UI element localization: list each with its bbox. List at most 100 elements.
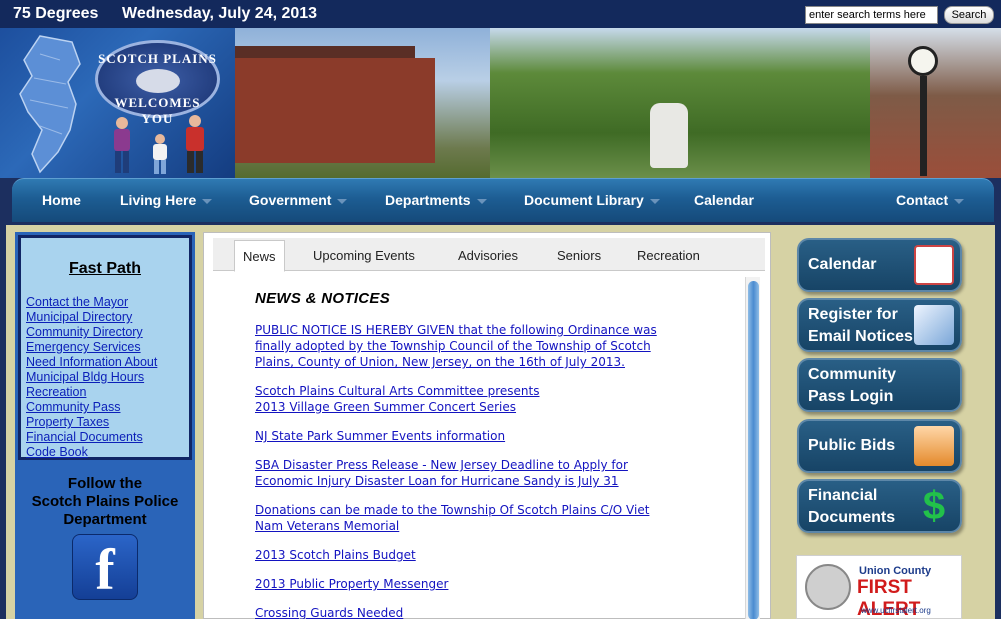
hall-building: [235, 58, 435, 163]
news-heading: NEWS & NOTICES: [255, 290, 391, 307]
calendar-button-label: Calendar: [808, 256, 877, 273]
list-item: Property Taxes: [26, 415, 157, 430]
tab-upcoming-events[interactable]: Upcoming Events: [313, 248, 415, 263]
news-line: Economic Injury Disaster Loan for Hurric…: [255, 474, 619, 488]
follow-police-text: Follow the Scotch Plains Police Departme…: [15, 475, 195, 529]
scrollbar-thumb[interactable]: [748, 281, 759, 619]
news-line: Scotch Plains Cultural Arts Committee pr…: [255, 384, 540, 398]
union-county-seal-icon: [805, 564, 851, 610]
list-item: PUBLIC NOTICE IS HEREBY GIVEN that the f…: [255, 322, 725, 370]
village-green-photo: [490, 28, 870, 178]
news-tabs: News Upcoming Events Advisories Seniors …: [213, 238, 765, 272]
news-link-concert-series[interactable]: Scotch Plains Cultural Arts Committee pr…: [255, 384, 539, 414]
nav-government[interactable]: Government: [249, 192, 348, 208]
main-nav: Home Living Here Government Departments …: [12, 178, 994, 222]
news-link-crossing-guards[interactable]: Crossing Guards Needed: [255, 606, 403, 619]
list-item: Contact the Mayor: [26, 295, 157, 310]
fast-path-link-recreation[interactable]: Recreation: [26, 385, 86, 399]
list-item: Donations can be made to the Township Of…: [255, 502, 725, 534]
fast-path-link-code-book[interactable]: Code Book: [26, 445, 88, 459]
chevron-down-icon: [476, 198, 487, 204]
fast-path-link-community-directory[interactable]: Community Directory: [26, 325, 143, 339]
nav-calendar-label: Calendar: [694, 192, 754, 208]
tab-news[interactable]: News: [234, 240, 285, 272]
nav-home[interactable]: Home: [42, 192, 81, 208]
current-date: Wednesday, July 24, 2013: [122, 5, 318, 22]
nav-living-here[interactable]: Living Here: [120, 192, 213, 208]
nav-contact-label: Contact: [896, 192, 949, 208]
list-item: NJ State Park Summer Events information: [255, 428, 725, 444]
news-line: Nam Veterans Memorial: [255, 519, 400, 533]
tab-recreation[interactable]: Recreation: [637, 248, 700, 263]
calendar-button[interactable]: Calendar: [797, 238, 962, 292]
township-seal: SCOTCH PLAINS WELCOMES YOU: [95, 40, 220, 126]
nav-calendar[interactable]: Calendar: [694, 192, 754, 208]
search-input[interactable]: [805, 6, 938, 24]
list-item: Scotch Plains Cultural Arts Committee pr…: [255, 383, 725, 415]
financial-documents-label-2: Documents: [808, 509, 896, 526]
nav-departments[interactable]: Departments: [385, 192, 487, 208]
financial-documents-label-1: Financial: [808, 487, 878, 504]
dollar-icon: $: [922, 484, 946, 528]
news-line: Plains, County of Union, New Jersey, on …: [255, 355, 625, 369]
fast-path-link-community-pass[interactable]: Community Pass: [26, 400, 120, 414]
list-item: Community Directory: [26, 325, 157, 340]
fast-path-link-contact-mayor[interactable]: Contact the Mayor: [26, 295, 128, 309]
list-item: Code Book: [26, 445, 157, 460]
nav-document-library-label: Document Library: [524, 192, 644, 208]
statue-sculpture: [650, 103, 688, 168]
news-link-messenger[interactable]: 2013 Public Property Messenger: [255, 577, 448, 591]
news-link-state-park[interactable]: NJ State Park Summer Events information: [255, 429, 505, 443]
town-hall-photo: [235, 28, 490, 178]
left-sidebar: Fast Path Contact the Mayor Municipal Di…: [15, 232, 195, 619]
town-clock-photo: [870, 28, 1001, 178]
news-line: 2013 Scotch Plains Budget: [255, 548, 416, 562]
list-item: Recreation: [26, 385, 157, 400]
tab-advisories[interactable]: Advisories: [458, 248, 518, 263]
community-pass-button[interactable]: Community Pass Login: [797, 358, 962, 412]
nav-contact[interactable]: Contact: [896, 192, 965, 208]
register-email-button[interactable]: Register for Email Notices: [797, 298, 962, 352]
ad-title: Union County: [859, 565, 932, 577]
news-link-ordinance[interactable]: PUBLIC NOTICE IS HEREBY GIVEN that the f…: [255, 323, 657, 369]
right-sidebar: Calendar Register for Email Notices Comm…: [776, 232, 982, 619]
chevron-down-icon: [337, 198, 348, 204]
follow-line-1: Follow the: [67, 475, 143, 492]
tab-seniors[interactable]: Seniors: [557, 248, 601, 263]
public-bids-label: Public Bids: [808, 437, 896, 454]
nav-living-here-label: Living Here: [120, 192, 197, 208]
news-link-sba-disaster[interactable]: SBA Disaster Press Release - New Jersey …: [255, 458, 628, 488]
news-link-veterans-memorial[interactable]: Donations can be made to the Township Of…: [255, 503, 649, 533]
list-item: 2013 Public Property Messenger: [255, 576, 725, 592]
fast-path-link-financial-documents[interactable]: Financial Documents: [26, 430, 143, 444]
fast-path-link-need-information[interactable]: Need Information About: [26, 355, 157, 369]
fast-path-title: Fast Path: [68, 260, 141, 277]
public-bids-button[interactable]: Public Bids: [797, 419, 962, 473]
fast-path-link-municipal-directory[interactable]: Municipal Directory: [26, 310, 132, 324]
news-line: SBA Disaster Press Release - New Jersey …: [255, 458, 628, 472]
list-item: Municipal Bldg Hours: [26, 370, 157, 385]
fast-path-link-bldg-hours[interactable]: Municipal Bldg Hours: [26, 370, 144, 384]
list-item: Crossing Guards Needed: [255, 605, 725, 619]
clock-pole: [920, 76, 927, 176]
seal-top-text: SCOTCH PLAINS: [98, 51, 217, 66]
list-item: Financial Documents: [26, 430, 157, 445]
new-jersey-map-icon: [19, 35, 81, 174]
news-scrollbar[interactable]: [745, 277, 760, 619]
facebook-icon[interactable]: f: [72, 534, 138, 602]
top-bar: 75 Degrees Wednesday, July 24, 2013 Sear…: [0, 0, 1001, 28]
nav-home-label: Home: [42, 192, 81, 208]
fast-path-link-emergency-services[interactable]: Emergency Services: [26, 340, 141, 354]
news-line: Donations can be made to the Township Of…: [255, 503, 650, 517]
fast-path-box: Fast Path Contact the Mayor Municipal Di…: [18, 235, 192, 460]
search-button[interactable]: Search: [944, 6, 994, 24]
news-link-budget[interactable]: 2013 Scotch Plains Budget: [255, 548, 416, 562]
financial-documents-button[interactable]: Financial Documents $: [797, 479, 962, 533]
nav-document-library[interactable]: Document Library: [524, 192, 660, 208]
first-alert-ad[interactable]: Union County FIRST ALERT www.ucfirstaler…: [796, 555, 962, 619]
nav-wrapper: Home Living Here Government Departments …: [0, 178, 1001, 225]
banner-logo-panel: SCOTCH PLAINS WELCOMES YOU: [0, 28, 235, 178]
list-item: SBA Disaster Press Release - New Jersey …: [255, 457, 725, 489]
list-item: Emergency Services: [26, 340, 157, 355]
fast-path-link-property-taxes[interactable]: Property Taxes: [26, 415, 109, 429]
